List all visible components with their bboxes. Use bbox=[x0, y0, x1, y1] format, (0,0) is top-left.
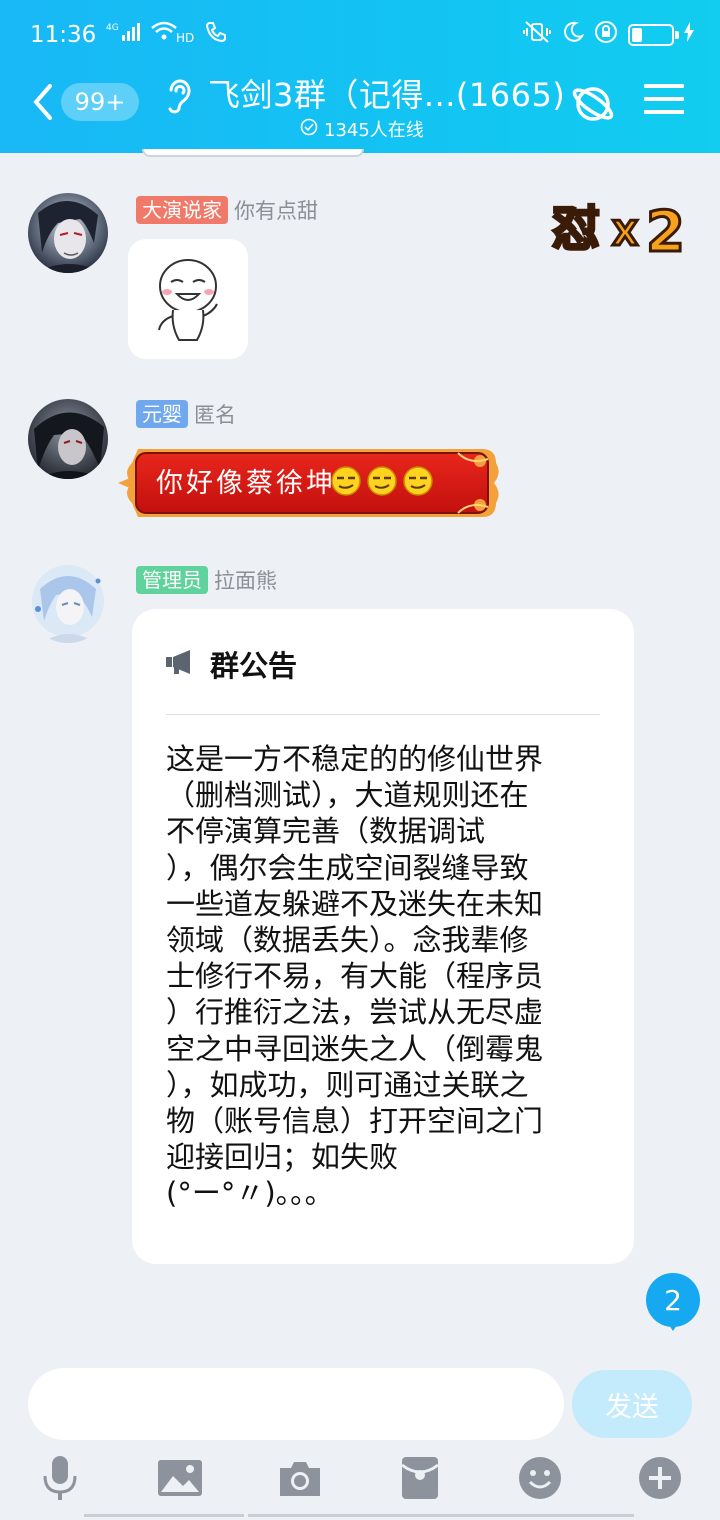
call-icon bbox=[204, 20, 228, 50]
emoji-icon[interactable] bbox=[516, 1454, 564, 1502]
avatar[interactable] bbox=[26, 559, 110, 643]
previous-message-edge bbox=[142, 149, 364, 157]
member-title-tag: 元婴 bbox=[136, 400, 188, 428]
announcement-line: 一些道友躲避不及迷失在未知 bbox=[166, 886, 544, 921]
combo-badge: 怼 X 2 bbox=[550, 193, 710, 267]
chat-title[interactable]: 飞剑3群（记得...(1665) bbox=[208, 70, 565, 116]
member-title-tag: 大演说家 bbox=[136, 196, 228, 224]
announcement-line: ），偶尔会生成空间裂缝导致 bbox=[166, 850, 529, 885]
red-packet-icon[interactable] bbox=[396, 1454, 444, 1502]
announcement-line: 迎接回归；如失败 bbox=[166, 1140, 399, 1175]
combo-count: 2 bbox=[646, 200, 685, 263]
sticker-message[interactable] bbox=[128, 239, 248, 359]
planet-icon[interactable] bbox=[570, 80, 616, 130]
check-circle-icon bbox=[300, 118, 318, 141]
announcement-line: ）行推衍之法，尝试从无尽虚 bbox=[166, 995, 544, 1030]
combo-x: X bbox=[612, 214, 638, 254]
signal-icon: 4G bbox=[106, 21, 141, 49]
online-status: 1345人在线 bbox=[300, 116, 424, 142]
combo-char: 怼 bbox=[552, 201, 600, 257]
divider bbox=[166, 714, 600, 715]
network-type: 4G bbox=[106, 23, 119, 33]
announcement-line: 空之中寻回迷失之人（倒霉鬼 bbox=[166, 1031, 544, 1066]
avatar[interactable] bbox=[28, 399, 108, 479]
lock-rotation-icon bbox=[594, 20, 618, 50]
send-button[interactable]: 发送 bbox=[572, 1370, 692, 1438]
back-icon[interactable] bbox=[28, 82, 58, 122]
announcement-card[interactable]: 群公告 这是一方不稳定的的修仙世界 （删档测试），大道规则还在 不停演算完善（数据调… bbox=[132, 609, 634, 1264]
online-count: 1345人在线 bbox=[324, 120, 424, 141]
top-header: 11:36 4G HD 99+ 飞剑3群（记得...(1665) 1345人在线 bbox=[0, 0, 720, 153]
avatar[interactable] bbox=[28, 193, 108, 273]
wifi-icon: HD bbox=[150, 20, 195, 50]
message-input[interactable] bbox=[28, 1368, 564, 1440]
announcement-line: ），如成功，则可通过关联之 bbox=[166, 1067, 529, 1102]
text-message-bubble[interactable]: 你好像蔡徐坤 bbox=[118, 443, 502, 523]
input-toolbar bbox=[0, 1452, 720, 1520]
announcement-line: 物（账号信息）打开空间之门 bbox=[166, 1104, 544, 1139]
announcement-line: 领域（数据丢失）。念我辈修 bbox=[166, 923, 529, 958]
charging-icon bbox=[684, 22, 694, 48]
announcement-line: 不停演算完善（数据调试 bbox=[166, 814, 486, 849]
battery-level bbox=[632, 28, 642, 42]
mute-vibrate-icon bbox=[522, 20, 552, 50]
smirk-emoji-icon bbox=[331, 466, 361, 496]
ear-icon[interactable] bbox=[166, 76, 194, 120]
member-title-tag: 管理员 bbox=[136, 566, 208, 594]
mic-icon[interactable] bbox=[36, 1454, 84, 1502]
card-title: 群公告 bbox=[210, 649, 298, 683]
status-bar: 11:36 4G HD bbox=[0, 0, 720, 70]
status-time: 11:36 bbox=[30, 22, 97, 48]
moon-icon bbox=[562, 21, 585, 49]
hd-label: HD bbox=[176, 31, 194, 44]
emoji-group bbox=[330, 465, 434, 497]
sender-name[interactable]: 匿名 bbox=[194, 399, 236, 429]
announcement-text: 这是一方不稳定的的修仙世界 （删档测试），大道规则还在 不停演算完善（数据调试 ），偶… bbox=[166, 741, 606, 1212]
sender-name[interactable]: 你有点甜 bbox=[234, 195, 318, 225]
menu-icon[interactable] bbox=[644, 84, 684, 118]
announcement-line: （删档测试），大道规则还在 bbox=[166, 778, 529, 813]
unread-count-badge[interactable]: 99+ bbox=[61, 83, 139, 121]
plus-icon[interactable] bbox=[636, 1454, 684, 1502]
image-icon[interactable] bbox=[156, 1454, 204, 1502]
chat-area[interactable]: 怼 X 2 大演说家 你有点甜 元婴 匿名 你好像蔡徐坤 管理员 拉面熊 群公告… bbox=[0, 149, 720, 1353]
megaphone-icon bbox=[166, 649, 196, 679]
smirk-emoji-icon bbox=[367, 466, 397, 496]
message-text: 你好像蔡徐坤 bbox=[156, 468, 336, 499]
sticker-face-icon bbox=[158, 259, 218, 341]
camera-icon[interactable] bbox=[276, 1454, 324, 1502]
nav-bar: 99+ 飞剑3群（记得...(1665) 1345人在线 bbox=[0, 70, 720, 153]
sender-name[interactable]: 拉面熊 bbox=[214, 565, 277, 595]
battery-icon bbox=[628, 24, 679, 46]
smirk-emoji-icon bbox=[403, 466, 433, 496]
announcement-line: 士修行不易，有大能（程序员 bbox=[166, 959, 544, 994]
announcement-line: 这是一方不稳定的的修仙世界 bbox=[166, 742, 544, 776]
announcement-line: (°ー°〃)。。。 bbox=[166, 1176, 334, 1211]
